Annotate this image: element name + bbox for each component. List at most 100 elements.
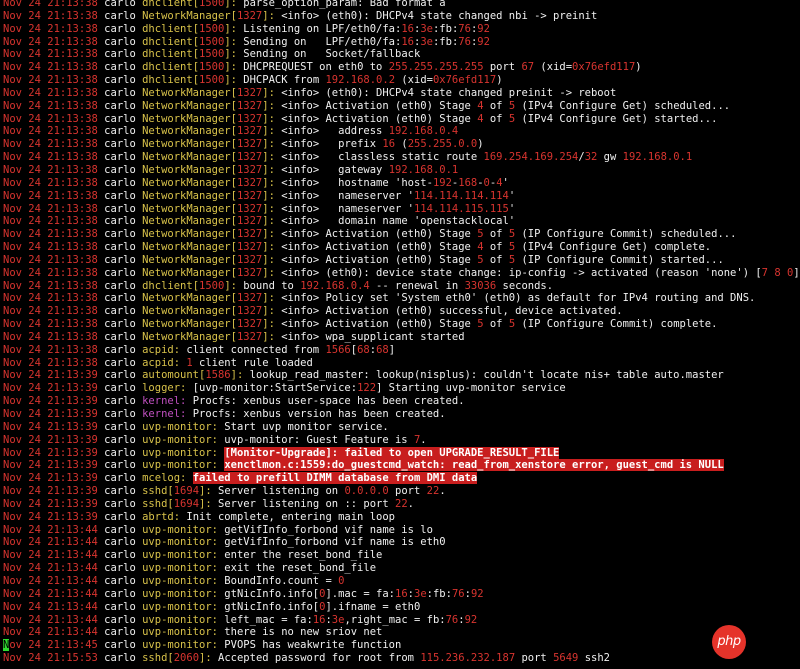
- log-process: uvp-monitor:: [142, 549, 218, 562]
- log-message: ssh2: [578, 652, 610, 665]
- log-host: carlo: [104, 86, 136, 99]
- log-date: Nov 24: [3, 125, 41, 138]
- log-date: Nov 24: [3, 241, 41, 254]
- log-date: Nov 24: [3, 574, 41, 587]
- log-host: carlo: [104, 163, 136, 176]
- log-message: BoundInfo.count =: [217, 574, 339, 587]
- log-process: NetworkManager[1327]:: [142, 151, 275, 164]
- log-process: NetworkManager[1327]:: [142, 292, 275, 305]
- log-host: carlo: [104, 125, 136, 138]
- log-process: NetworkManager[1327]:: [142, 138, 275, 151]
- log-message: Procfs: xenbus version has been created.: [186, 408, 446, 420]
- log-number: 92: [464, 613, 478, 626]
- log-date: Nov 24: [3, 523, 41, 536]
- log-message: .: [420, 433, 427, 446]
- log-date: Nov 24: [3, 485, 41, 498]
- log-line: Nov 24 21:13:38 carlo NetworkManager[132…: [3, 241, 800, 254]
- log-time: 21:13:38: [47, 9, 98, 22]
- log-message: <info> Policy set 'System eth0' (eth0) a…: [274, 292, 756, 305]
- log-line: Nov 24 21:13:38 carlo NetworkManager[132…: [3, 10, 800, 23]
- log-date: Nov 24: [3, 420, 41, 433]
- log-process: NetworkManager[1327]:: [142, 330, 275, 343]
- log-number: 114.114.115.115: [413, 202, 509, 215]
- error-highlight: failed to prefill DIMM database from DMI…: [192, 472, 478, 485]
- terminal-log-output[interactable]: Nov 24 21:13:38 carlo dhclient[1500]: pa…: [3, 0, 800, 669]
- log-number: 16: [401, 22, 414, 35]
- log-line: Nov 24 21:13:39 carlo automount[1586]: l…: [3, 369, 800, 382]
- log-number: 192.168.0.4: [388, 125, 459, 138]
- log-time: 21:13:38: [47, 241, 98, 254]
- log-host: carlo: [104, 228, 136, 241]
- log-date: Nov 24: [3, 356, 41, 369]
- log-host: carlo: [104, 176, 136, 189]
- log-host: carlo: [104, 446, 136, 459]
- log-line: Nov 24 21:13:45 carlo uvp-monitor: PVOPS…: [3, 639, 800, 652]
- log-host: carlo: [104, 574, 136, 587]
- log-message: ': [508, 202, 516, 215]
- log-host: carlo: [104, 652, 136, 665]
- log-line: Nov 24 21:13:38 carlo NetworkManager[132…: [3, 125, 800, 138]
- log-message: [186, 472, 192, 484]
- log-time: 21:13:38: [47, 151, 98, 164]
- log-time: 21:13:39: [47, 420, 98, 433]
- log-number: 192.168.0.1: [622, 151, 693, 164]
- log-message: DHCPACK from: [236, 74, 326, 87]
- log-process: kernel:: [142, 408, 187, 420]
- log-line: Nov 24 21:13:38 carlo NetworkManager[132…: [3, 228, 800, 241]
- log-time: 21:13:44: [47, 587, 98, 600]
- log-host: carlo: [104, 472, 136, 485]
- log-message: of: [483, 253, 509, 266]
- log-line: Nov 24 21:13:44 carlo uvp-monitor: enter…: [3, 549, 800, 562]
- log-message: ': [502, 176, 509, 189]
- log-date: ov 24: [9, 639, 41, 652]
- log-time: 21:13:38: [47, 176, 98, 189]
- log-message: client connected from: [180, 343, 326, 356]
- log-message: (IP Configure Commit) started...: [515, 253, 724, 266]
- log-line: Nov 24 21:13:38 carlo NetworkManager[132…: [3, 100, 800, 113]
- log-date: Nov 24: [3, 99, 41, 112]
- log-date: Nov 24: [3, 176, 41, 189]
- log-number: 1566: [325, 343, 351, 356]
- log-host: carlo: [104, 613, 136, 626]
- log-message: gtNicInfo.info[: [217, 587, 320, 600]
- log-number: 68: [357, 343, 370, 356]
- log-number: 255.255.255.255: [388, 61, 484, 74]
- log-host: carlo: [104, 420, 136, 433]
- log-host: carlo: [104, 639, 136, 652]
- log-message: parse_option_param: Bad format a: [236, 0, 446, 9]
- log-date: Nov 24: [3, 587, 41, 600]
- log-message: ': [508, 189, 516, 202]
- log-time: 21:13:44: [47, 562, 98, 575]
- log-number: 92: [470, 587, 484, 600]
- log-date: Nov 24: [3, 395, 41, 408]
- log-host: carlo: [104, 485, 136, 498]
- log-line: Nov 24 21:13:44 carlo uvp-monitor: Bound…: [3, 575, 800, 588]
- log-number: 16: [401, 35, 414, 48]
- log-process: NetworkManager[1327]:: [142, 125, 275, 138]
- log-host: carlo: [104, 330, 136, 343]
- log-line: Nov 24 21:13:39 carlo sshd[1694]: Server…: [3, 498, 800, 511]
- log-message: [uvp-monitor:StartService:: [186, 382, 358, 395]
- log-time: 21:13:44: [47, 574, 98, 587]
- log-number: 92: [477, 22, 490, 35]
- log-host: carlo: [104, 587, 136, 600]
- log-process: NetworkManager[1327]:: [142, 176, 275, 189]
- log-message: <info> address: [274, 125, 389, 138]
- log-message: <info> Activation (eth0) Stage: [274, 228, 478, 241]
- log-host: carlo: [104, 510, 136, 523]
- log-message: enter the reset_bond_file: [217, 549, 383, 562]
- log-time: 21:13:38: [47, 343, 98, 356]
- log-number: 16: [312, 613, 326, 626]
- log-host: carlo: [104, 382, 136, 395]
- log-process: uvp-monitor:: [142, 536, 218, 549]
- log-line: Nov 24 21:13:39 carlo sshd[1694]: Server…: [3, 485, 800, 498]
- log-date: Nov 24: [3, 497, 41, 510]
- log-date: Nov 24: [3, 652, 41, 665]
- log-date: Nov 24: [3, 600, 41, 613]
- log-number: 67: [521, 61, 535, 74]
- log-line: Nov 24 21:13:44 carlo uvp-monitor: getVi…: [3, 524, 800, 537]
- log-date: Nov 24: [3, 61, 41, 74]
- log-line: Nov 24 21:13:39 carlo uvp-monitor: Start…: [3, 421, 800, 434]
- log-line: Nov 24 21:13:38 carlo NetworkManager[132…: [3, 138, 800, 151]
- log-number: 33036: [464, 279, 497, 292]
